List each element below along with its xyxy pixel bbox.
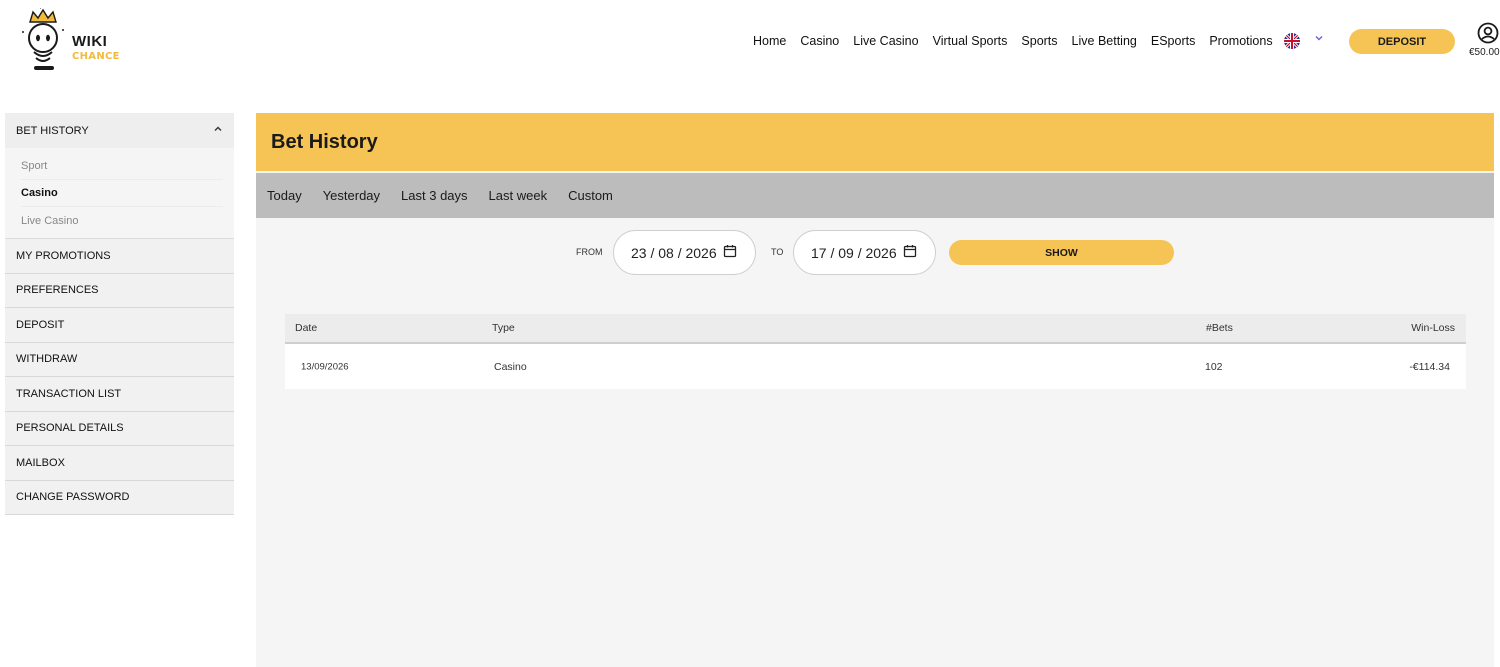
period-tabs: Today Yesterday Last 3 days Last week Cu… [256, 173, 1494, 218]
nav-esports[interactable]: ESports [1151, 34, 1195, 48]
show-button[interactable]: SHOW [949, 240, 1174, 265]
tab-today[interactable]: Today [267, 188, 302, 203]
chevron-up-icon [213, 124, 223, 137]
sidebar-subitem-sport[interactable]: Sport [21, 153, 223, 180]
nav-live-betting[interactable]: Live Betting [1072, 34, 1137, 48]
sidebar-item-my-promotions[interactable]: MY PROMOTIONS [5, 239, 234, 274]
column-header-date[interactable]: Date [295, 322, 317, 334]
logo-word-chance: CHANCE [72, 51, 120, 62]
from-date-input[interactable]: 23 / 08 / 2026 [613, 230, 756, 275]
from-label: FROM [576, 247, 603, 257]
nav-sports[interactable]: Sports [1021, 34, 1057, 48]
sidebar-item-withdraw[interactable]: WITHDRAW [5, 342, 234, 377]
bet-history-panel: Bet History Today Yesterday Last 3 days … [256, 113, 1494, 667]
nav-live-casino[interactable]: Live Casino [853, 34, 918, 48]
sidebar-section-label: BET HISTORY [16, 124, 89, 137]
nav-promotions[interactable]: Promotions [1209, 34, 1272, 48]
calendar-icon[interactable] [903, 244, 917, 261]
cell-type: Casino [494, 360, 527, 373]
cell-win-loss: -€114.34 [1409, 360, 1450, 373]
sidebar-submenu: Sport Casino Live Casino [5, 148, 234, 239]
from-date-value: 23 / 08 / 2026 [631, 244, 717, 261]
date-filter: FROM 23 / 08 / 2026 TO 17 / 09 / 2026 SH… [256, 229, 1494, 275]
user-icon [1477, 22, 1499, 44]
cell-bets: 102 [1205, 360, 1223, 373]
table-row[interactable]: 13/09/2026 Casino 102 -€114.34 [285, 344, 1466, 389]
to-label: TO [771, 247, 784, 257]
tab-last-week[interactable]: Last week [489, 188, 548, 203]
logo[interactable]: WIKI CHANCE [18, 8, 128, 74]
nav-home[interactable]: Home [753, 34, 786, 48]
to-date-input[interactable]: 17 / 09 / 2026 [793, 230, 936, 275]
account-sidebar: BET HISTORY Sport Casino Live Casino MY … [5, 113, 234, 515]
nav-casino[interactable]: Casino [800, 34, 839, 48]
calendar-icon[interactable] [723, 244, 737, 261]
sidebar-item-deposit[interactable]: DEPOSIT [5, 308, 234, 343]
sidebar-item-personal-details[interactable]: PERSONAL DETAILS [5, 411, 234, 446]
logo-word-wiki: WIKI [72, 33, 108, 50]
sidebar-item-transaction-list[interactable]: TRANSACTION LIST [5, 377, 234, 412]
main-nav: Home Casino Live Casino Virtual Sports S… [753, 34, 1273, 48]
tab-last-3-days[interactable]: Last 3 days [401, 188, 468, 203]
nav-virtual-sports[interactable]: Virtual Sports [933, 34, 1008, 48]
to-date-value: 17 / 09 / 2026 [811, 244, 897, 261]
uk-flag-icon[interactable] [1284, 33, 1300, 49]
page-title: Bet History [256, 113, 1494, 171]
mascot-icon [22, 8, 64, 70]
bet-history-table: Date Type #Bets Win-Loss 13/09/2026 Casi… [285, 314, 1466, 389]
tab-yesterday[interactable]: Yesterday [323, 188, 380, 203]
sidebar-section-bet-history[interactable]: BET HISTORY [5, 113, 234, 148]
deposit-button[interactable]: DEPOSIT [1349, 29, 1455, 54]
tab-custom[interactable]: Custom [568, 188, 613, 203]
chevron-down-icon[interactable] [1314, 33, 1324, 46]
column-header-win-loss[interactable]: Win-Loss [1411, 322, 1455, 334]
sidebar-subitem-live-casino[interactable]: Live Casino [21, 207, 223, 234]
sidebar-item-mailbox[interactable]: MAILBOX [5, 446, 234, 481]
account-menu[interactable] [1468, 22, 1500, 44]
column-header-type[interactable]: Type [492, 322, 515, 334]
table-header: Date Type #Bets Win-Loss [285, 314, 1466, 344]
header: WIKI CHANCE Home Casino Live Casino Virt… [0, 0, 1500, 84]
balance-amount: €50.00 [1469, 47, 1500, 58]
column-header-bets[interactable]: #Bets [1206, 322, 1233, 334]
sidebar-item-change-password[interactable]: CHANGE PASSWORD [5, 480, 234, 515]
sidebar-subitem-casino[interactable]: Casino [21, 180, 223, 207]
sidebar-item-preferences[interactable]: PREFERENCES [5, 273, 234, 308]
cell-date: 13/09/2026 [301, 361, 349, 372]
